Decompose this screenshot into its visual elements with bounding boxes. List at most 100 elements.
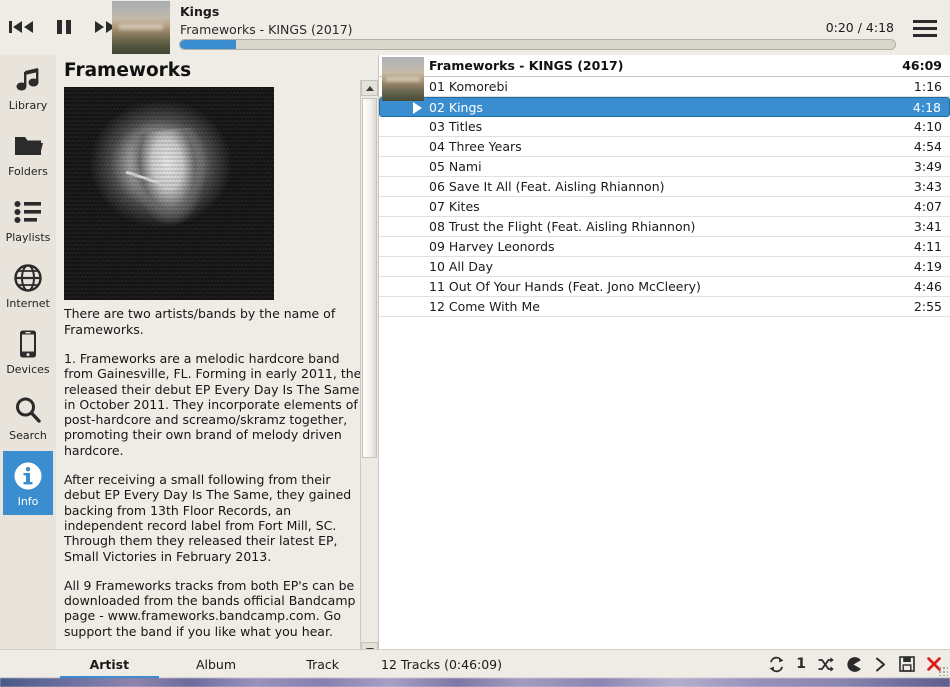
track-name: 03 Titles — [429, 119, 482, 134]
tab-album[interactable]: Album — [163, 650, 270, 679]
sidebar-item-label: Library — [9, 100, 47, 112]
info-body: 1. Frameworks are a melodic hardcore ban… — [64, 351, 370, 658]
tab-label: Artist — [90, 657, 130, 672]
table-row[interactable]: 04 Three Years 4:54 — [379, 137, 950, 157]
artist-heading: Frameworks — [56, 55, 378, 87]
chevron-up-icon — [366, 86, 374, 91]
band-photo — [64, 87, 274, 300]
sidebar-item-search[interactable]: Search — [3, 385, 53, 449]
track-duration: 3:49 — [914, 159, 942, 174]
previous-button[interactable] — [6, 13, 38, 41]
track-name: 02 Kings — [429, 100, 483, 115]
sidebar-item-folders[interactable]: Folders — [3, 121, 53, 185]
band-photo-grain — [64, 87, 274, 300]
bottom-bar: Artist Album Track 12 Tracks (0:46:09) 1 — [0, 649, 950, 678]
album-header-row[interactable]: Frameworks - KINGS (2017) 46:09 — [379, 55, 950, 77]
player-bar: Kings Frameworks - KINGS (2017) 0:20 / 4… — [0, 0, 950, 55]
status-text: 12 Tracks (0:46:09) — [381, 657, 502, 672]
resize-grip[interactable] — [938, 666, 948, 676]
seek-slider[interactable] — [179, 39, 896, 50]
track-duration: 4:07 — [914, 199, 942, 214]
pause-icon — [52, 17, 76, 37]
repeat-icon[interactable] — [768, 654, 785, 674]
info-icon — [12, 459, 44, 493]
track-duration: 2:55 — [914, 299, 942, 314]
hamburger-line — [913, 20, 937, 23]
sidebar-item-playlists[interactable]: Playlists — [3, 187, 53, 251]
desktop-wallpaper-strip — [0, 678, 950, 687]
album-title: Frameworks - KINGS (2017) — [429, 58, 623, 73]
hamburger-line — [913, 27, 937, 30]
track-duration: 4:54 — [914, 139, 942, 154]
now-playing-album-art — [112, 1, 170, 54]
track-duration: 3:41 — [914, 219, 942, 234]
scrollbar-thumb[interactable] — [362, 98, 377, 458]
track-name: 06 Save It All (Feat. Aisling Rhiannon) — [429, 179, 665, 194]
track-name: 07 Kites — [429, 199, 480, 214]
hamburger-line — [913, 34, 937, 37]
sidebar-item-label: Folders — [8, 166, 48, 178]
shuffle-icon[interactable] — [817, 654, 834, 674]
table-row[interactable]: 12 Come With Me 2:55 — [379, 297, 950, 317]
table-row[interactable]: 09 Harvey Leonords 4:11 — [379, 237, 950, 257]
play-pause-button[interactable] — [48, 13, 80, 41]
music-player-window: Kings Frameworks - KINGS (2017) 0:20 / 4… — [0, 0, 950, 687]
track-name: 11 Out Of Your Hands (Feat. Jono McCleer… — [429, 279, 701, 294]
transport-controls — [6, 13, 122, 41]
save-icon[interactable] — [899, 654, 915, 674]
track-list: Frameworks - KINGS (2017) 46:09 01 Komor… — [378, 55, 950, 658]
table-row[interactable]: 03 Titles 4:10 — [379, 117, 950, 137]
track-name: 08 Trust the Flight (Feat. Aisling Rhian… — [429, 219, 695, 234]
music-note-icon — [13, 63, 43, 97]
sidebar-item-label: Playlists — [6, 232, 51, 244]
playback-options: 1 — [768, 654, 942, 674]
table-row[interactable]: 11 Out Of Your Hands (Feat. Jono McCleer… — [379, 277, 950, 297]
info-paragraph: After receiving a small following from t… — [64, 472, 370, 564]
track-duration: 1:16 — [914, 79, 942, 94]
sidebar-item-info[interactable]: Info — [3, 451, 53, 515]
info-panel: Frameworks There are two artists/bands b… — [56, 55, 378, 658]
sidebar: Library Folders Playlists — [0, 55, 56, 658]
sidebar-item-label: Search — [9, 430, 47, 442]
sidebar-item-internet[interactable]: Internet — [3, 253, 53, 317]
track-name: 09 Harvey Leonords — [429, 239, 555, 254]
repeat-one-text[interactable]: 1 — [796, 654, 806, 674]
tab-artist[interactable]: Artist — [56, 650, 163, 679]
track-name: 12 Come With Me — [429, 299, 540, 314]
track-duration: 4:46 — [914, 279, 942, 294]
table-row[interactable]: 08 Trust the Flight (Feat. Aisling Rhian… — [379, 217, 950, 237]
time-display: 0:20 / 4:18 — [826, 20, 894, 35]
tab-label: Album — [196, 657, 236, 672]
tab-label: Track — [306, 657, 339, 672]
magnifier-icon — [13, 393, 43, 427]
info-scrollbar[interactable] — [360, 80, 377, 658]
track-name: 10 All Day — [429, 259, 493, 274]
info-caption: There are two artists/bands by the name … — [64, 306, 370, 337]
now-playing-subtitle: Frameworks - KINGS (2017) — [180, 22, 353, 37]
sidebar-item-library[interactable]: Library — [3, 55, 53, 119]
album-duration: 46:09 — [902, 58, 942, 73]
view-tabs: Artist Album Track — [56, 650, 376, 679]
scroll-up-button[interactable] — [361, 80, 378, 96]
table-row[interactable]: 05 Nami 3:49 — [379, 157, 950, 177]
sidebar-item-devices[interactable]: Devices — [3, 319, 53, 383]
folder-icon — [13, 129, 43, 163]
sidebar-item-label: Devices — [6, 364, 49, 376]
chevron-right-icon[interactable] — [873, 654, 888, 674]
table-row[interactable]: 10 All Day 4:19 — [379, 257, 950, 277]
track-name: 04 Three Years — [429, 139, 522, 154]
play-marker-icon — [413, 102, 422, 114]
globe-icon — [13, 261, 43, 295]
crossfade-icon[interactable] — [845, 654, 862, 674]
track-name: 01 Komorebi — [429, 79, 508, 94]
previous-icon — [8, 17, 36, 37]
table-row[interactable]: 01 Komorebi 1:16 — [379, 77, 950, 97]
track-name: 05 Nami — [429, 159, 482, 174]
table-row[interactable]: 07 Kites 4:07 — [379, 197, 950, 217]
table-row[interactable]: 02 Kings 4:18 — [379, 97, 950, 117]
table-row[interactable]: 06 Save It All (Feat. Aisling Rhiannon) … — [379, 177, 950, 197]
seek-fill — [180, 40, 236, 49]
track-duration: 4:18 — [913, 100, 941, 115]
menu-button[interactable] — [908, 14, 942, 42]
tab-track[interactable]: Track — [269, 650, 376, 679]
